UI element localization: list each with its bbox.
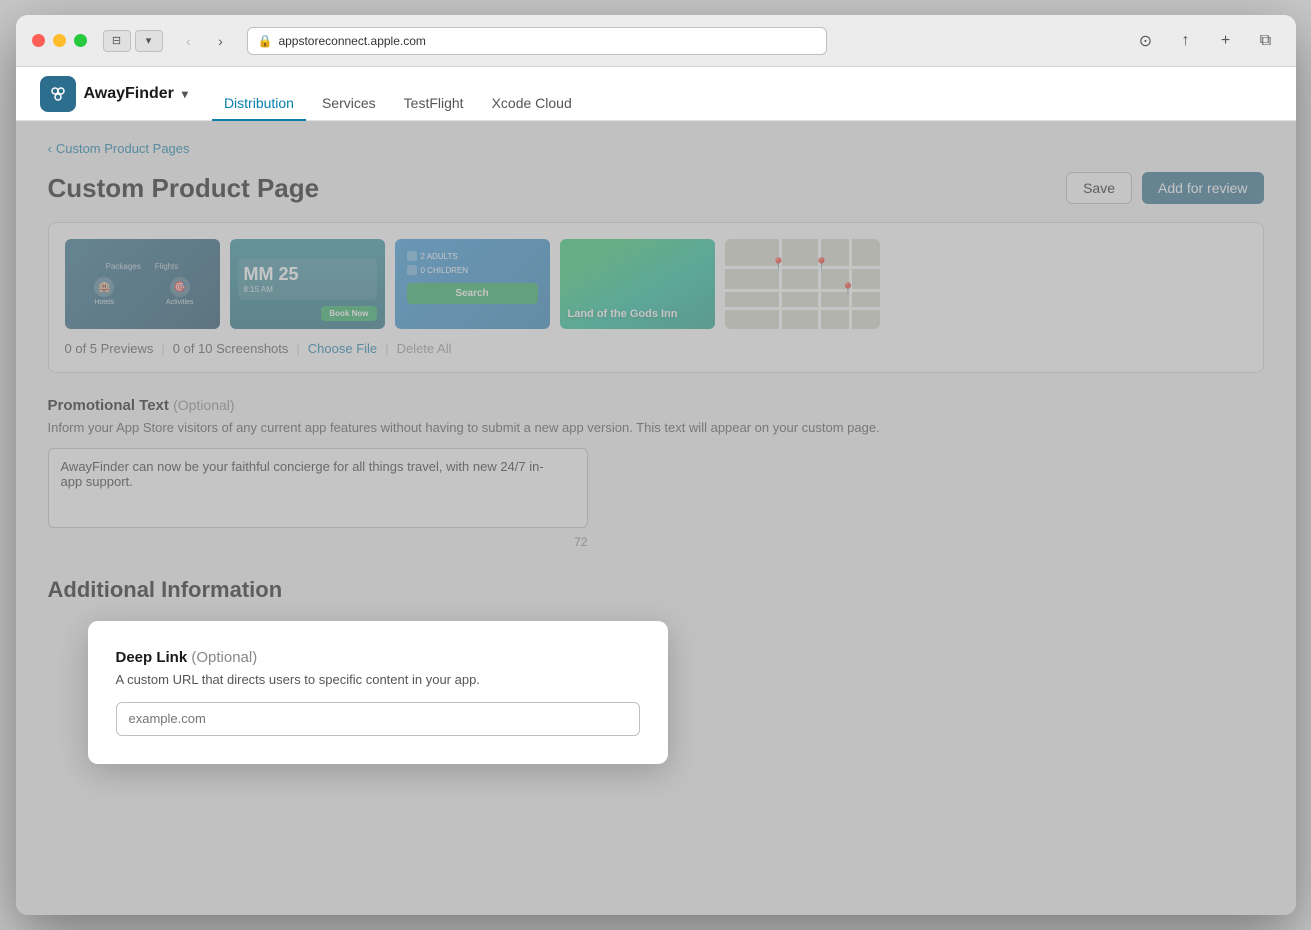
promo-textarea[interactable] — [48, 448, 588, 528]
deep-link-card: Deep Link (Optional) A custom URL that d… — [88, 621, 668, 764]
breadcrumb-link[interactable]: ‹ Custom Product Pages — [48, 141, 190, 156]
new-tab-icon[interactable]: + — [1212, 27, 1240, 55]
nav-arrows: ‹ › — [175, 30, 235, 52]
deep-link-description: A custom URL that directs users to speci… — [116, 670, 640, 690]
fullscreen-button[interactable] — [74, 34, 87, 47]
toolbar-right: ⊙ ↑ + ⧉ — [1132, 27, 1280, 55]
tabs-icon[interactable]: ⧉ — [1252, 27, 1280, 55]
promo-section: Promotional Text (Optional) Inform your … — [48, 397, 1264, 549]
page-header: Custom Product Page Save Add for review — [48, 172, 1264, 204]
tab-xcode-cloud[interactable]: Xcode Cloud — [480, 87, 584, 121]
app-name: AwayFinder — [84, 85, 174, 103]
action-buttons: Save Add for review — [1066, 172, 1263, 204]
char-count: 72 — [48, 535, 588, 549]
traffic-lights — [32, 34, 87, 47]
app-logo-icon — [40, 76, 76, 112]
tab-testflight[interactable]: TestFlight — [392, 87, 476, 121]
footer-divider-1: | — [161, 341, 164, 356]
browser-window: ⊟ ▾ ‹ › 🔒 appstoreconnect.apple.com ⊙ ↑ … — [16, 15, 1296, 915]
deep-link-label: Deep Link (Optional) — [116, 649, 640, 666]
forward-arrow[interactable]: › — [207, 30, 235, 52]
delete-all-link[interactable]: Delete All — [397, 341, 452, 356]
choose-file-link[interactable]: Choose File — [308, 341, 377, 356]
close-button[interactable] — [32, 34, 45, 47]
screenshots-section: Packages Flights 🏨 Hotels 🎯 Activities — [48, 222, 1264, 373]
sidebar-icon[interactable]: ⊟ — [103, 30, 131, 52]
tab-services[interactable]: Services — [310, 87, 388, 121]
additional-info-title: Additional Information — [48, 577, 1264, 603]
preview-search-btn: Search — [407, 283, 538, 304]
back-icon: ‹ — [48, 141, 52, 156]
deep-link-input[interactable] — [116, 702, 640, 736]
share-icon[interactable]: ↑ — [1172, 27, 1200, 55]
preview-card-2: MM 25 8:15 AM Book Now — [230, 239, 385, 329]
preview-card-1: Packages Flights 🏨 Hotels 🎯 Activities — [65, 239, 220, 329]
url-bar[interactable]: 🔒 appstoreconnect.apple.com — [247, 27, 827, 55]
screenshots-footer: 0 of 5 Previews | 0 of 10 Screenshots | … — [65, 341, 1247, 356]
lock-icon: 🔒 — [258, 34, 273, 48]
titlebar: ⊟ ▾ ‹ › 🔒 appstoreconnect.apple.com ⊙ ↑ … — [16, 15, 1296, 67]
promo-optional: (Optional) — [173, 397, 234, 413]
chevron-down-icon: ▾ — [182, 87, 188, 101]
preview-card-4: Land of the Gods Inn — [560, 239, 715, 329]
tab-distribution[interactable]: Distribution — [212, 87, 306, 121]
page-title: Custom Product Page — [48, 173, 320, 204]
screenshots-count: 0 of 10 Screenshots — [173, 341, 289, 356]
nav-tabs: Distribution Services TestFlight Xcode C… — [212, 67, 584, 120]
app-logo[interactable]: AwayFinder ▾ — [40, 76, 188, 112]
preview-time: 8:15 AM — [244, 285, 371, 294]
preview-book-btn: Book Now — [321, 306, 376, 321]
preview-card-5: 📍 📍 📍 — [725, 239, 880, 329]
app-header: AwayFinder ▾ Distribution Services TestF… — [16, 67, 1296, 121]
back-arrow[interactable]: ‹ — [175, 30, 203, 52]
preview-date: MM 25 — [244, 264, 371, 285]
minimize-button[interactable] — [53, 34, 66, 47]
promo-description: Inform your App Store visitors of any cu… — [48, 418, 1264, 438]
footer-divider-2: | — [296, 341, 299, 356]
main-content: ‹ Custom Product Pages Custom Product Pa… — [16, 121, 1296, 915]
preview-card-3: 2 ADULTS 0 CHILDREN Search — [395, 239, 550, 329]
sidebar-toggle[interactable]: ⊟ ▾ — [103, 30, 163, 52]
download-icon[interactable]: ⊙ — [1132, 27, 1160, 55]
deep-link-optional: (Optional) — [191, 649, 257, 666]
add-review-button[interactable]: Add for review — [1142, 172, 1263, 204]
footer-divider-3: | — [385, 341, 388, 356]
save-button[interactable]: Save — [1066, 172, 1132, 204]
chevron-down-icon[interactable]: ▾ — [135, 30, 163, 52]
previews-count: 0 of 5 Previews — [65, 341, 154, 356]
hotel-name: Land of the Gods Inn — [568, 307, 707, 321]
previews-row: Packages Flights 🏨 Hotels 🎯 Activities — [65, 239, 1247, 329]
map-bg: 📍 📍 📍 — [725, 239, 880, 329]
url-text: appstoreconnect.apple.com — [278, 34, 425, 48]
breadcrumb: ‹ Custom Product Pages — [48, 141, 1264, 156]
breadcrumb-label[interactable]: Custom Product Pages — [56, 141, 190, 156]
promo-label: Promotional Text (Optional) — [48, 397, 1264, 414]
